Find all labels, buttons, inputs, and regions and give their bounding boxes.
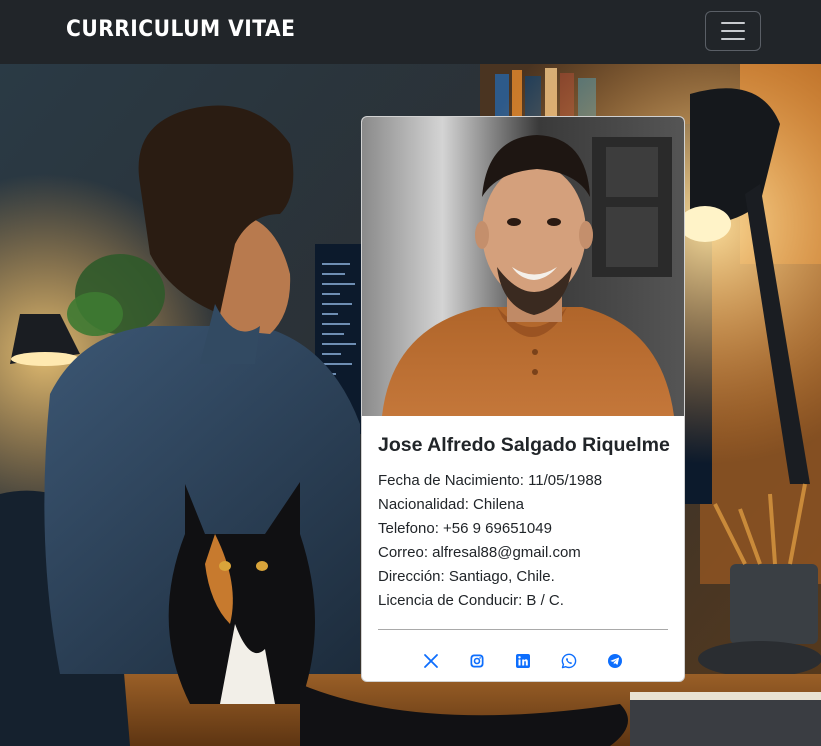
social-links (378, 630, 668, 674)
instagram-link[interactable] (464, 648, 490, 674)
profile-birthdate: Fecha de Nacimiento: 11/05/1988 (378, 472, 603, 489)
profile-address: Dirección: Santiago, Chile. (378, 568, 555, 585)
profile-phone: Telefono: +56 9 69651049 (378, 520, 552, 537)
profile-nationality: Nacionalidad: Chilena (378, 496, 524, 513)
brand-title[interactable]: CURRICULUM VITAE (66, 17, 295, 42)
x-icon (424, 654, 438, 668)
hamburger-menu-icon (721, 22, 745, 24)
telegram-icon (608, 654, 622, 668)
profile-email: Correo: alfresal88@gmail.com (378, 544, 581, 561)
hamburger-menu-icon-bar (721, 30, 745, 32)
profile-license: Licencia de Conducir: B / C. (378, 592, 564, 609)
whatsapp-icon (561, 653, 577, 669)
linkedin-link[interactable] (510, 648, 536, 674)
profile-card-body: Jose Alfredo Salgado Riquelme Fecha de N… (362, 416, 684, 674)
profile-photo (362, 117, 684, 416)
instagram-icon (470, 654, 484, 668)
telegram-link[interactable] (602, 648, 628, 674)
navbar-toggle-button[interactable] (705, 11, 761, 51)
whatsapp-link[interactable] (556, 648, 582, 674)
navbar: CURRICULUM VITAE (0, 0, 821, 64)
profile-card: Jose Alfredo Salgado Riquelme Fecha de N… (361, 116, 685, 682)
x-link[interactable] (418, 648, 444, 674)
hamburger-menu-icon-bar (721, 38, 745, 40)
linkedin-icon (516, 654, 530, 668)
profile-name: Jose Alfredo Salgado Riquelme (378, 434, 670, 456)
